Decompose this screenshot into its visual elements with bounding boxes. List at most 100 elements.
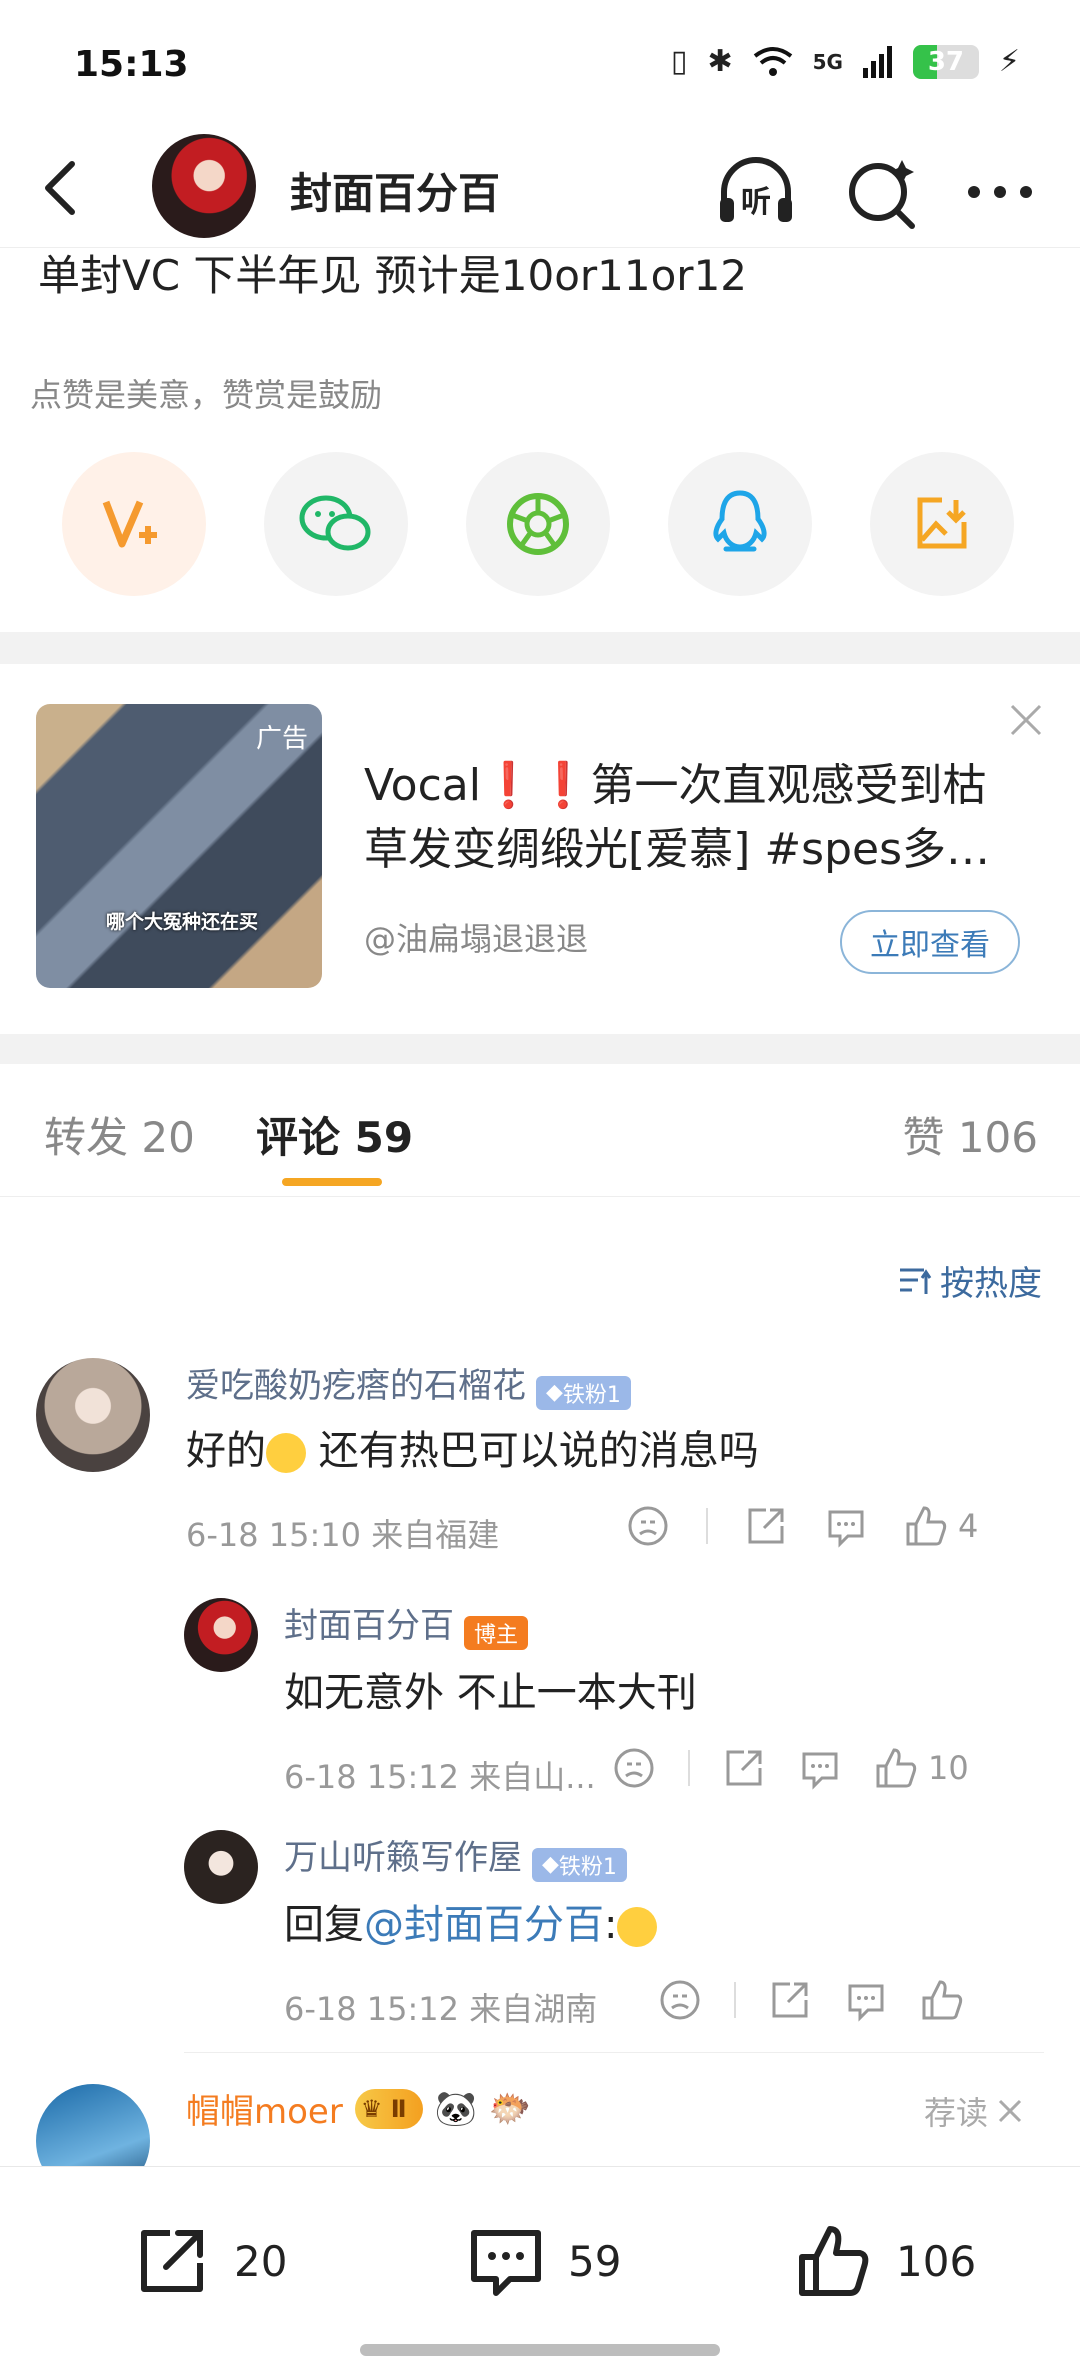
more-button[interactable] <box>958 150 1042 234</box>
share-icon[interactable] <box>722 1746 766 1790</box>
like-button[interactable]: 106 <box>796 2223 976 2299</box>
reply-author-name[interactable]: 封面百分百 <box>284 1606 454 1646</box>
fan-badge: ◆ 铁粉1 <box>532 1847 627 1882</box>
share-row <box>62 452 1014 596</box>
post-text: 单封VC 下半年见 预计是10or11or12 <box>38 251 748 300</box>
comment-meta: 6-18 15:10 来自福建 <box>186 1516 500 1554</box>
comment-like-button[interactable]: 4 <box>904 1504 978 1548</box>
reply-icon[interactable] <box>844 1978 888 2022</box>
wechat-share-button[interactable] <box>264 452 408 596</box>
section-divider <box>0 1034 1080 1064</box>
dislike-icon[interactable] <box>658 1978 702 2022</box>
ad-author[interactable]: @油扁塌退退退 <box>364 914 588 960</box>
reply-avatar[interactable] <box>184 1830 258 1904</box>
section-divider <box>0 632 1080 664</box>
host-badge: 博主 <box>464 1615 529 1650</box>
ad-image-caption: 哪个大冤种还在买 <box>106 911 259 933</box>
wechat-icon <box>299 495 371 551</box>
recommend-tag[interactable]: 荐读 <box>924 2088 1024 2134</box>
dislike-icon[interactable] <box>612 1746 656 1790</box>
page-title[interactable]: 封面百分百 <box>290 160 500 221</box>
reply-like-button[interactable]: 10 <box>874 1746 969 1790</box>
home-indicator <box>360 2344 720 2356</box>
dislike-icon[interactable] <box>626 1504 670 1548</box>
v-plus-button[interactable] <box>62 452 206 596</box>
wifi-icon <box>753 46 792 76</box>
reply-author-name[interactable]: 万山听籁写作屋 <box>284 1838 522 1878</box>
status-icons: ▯ ✱ 5G 37 ⚡ <box>671 44 1020 79</box>
battery-icon: 37 <box>912 44 979 79</box>
commenter-name[interactable]: 爱吃酸奶疙瘩的石榴花 <box>186 1366 526 1406</box>
author-avatar[interactable] <box>152 134 256 238</box>
comment-text-part: 还有热巴可以说的消息吗 <box>306 1428 759 1474</box>
commenter-avatar[interactable] <box>36 1358 150 1472</box>
search-icon <box>849 160 915 229</box>
moments-icon <box>507 493 569 555</box>
comment-text-part: 好的 <box>186 1428 266 1474</box>
like-count: 4 <box>958 1507 979 1545</box>
divider <box>688 1750 690 1786</box>
thumbs-up-icon <box>799 2226 869 2296</box>
signal-icon <box>862 45 892 78</box>
reply-prefix: 回复 <box>284 1902 364 1948</box>
vip-level-label: Ⅱ <box>390 2094 407 2123</box>
close-icon[interactable] <box>996 2097 1024 2125</box>
reward-tip: 点赞是美意，赞赏是鼓励 <box>30 376 383 414</box>
sort-button[interactable]: 按热度 <box>898 1256 1042 1305</box>
reply-actions: 10 <box>612 1746 969 1790</box>
fan-badge: ◆ 铁粉1 <box>536 1375 631 1410</box>
bluetooth-icon: ✱ <box>707 44 733 79</box>
reply-header: 万山听籁写作屋 ◆ 铁粉1 <box>284 1830 627 1882</box>
reply-header: 封面百分百 博主 <box>284 1598 529 1650</box>
shy-emoji-icon <box>617 1907 658 1947</box>
fan-badge-label: 铁粉1 <box>558 1854 617 1880</box>
like-count: 10 <box>928 1749 969 1787</box>
top-nav: 封面百分百 听 <box>0 128 1080 248</box>
listen-button[interactable]: 听 <box>714 150 798 234</box>
close-icon[interactable] <box>1006 700 1046 740</box>
moments-share-button[interactable] <box>466 452 610 596</box>
tab-likes[interactable]: 赞 106 <box>902 1104 1038 1165</box>
v-plus-icon <box>102 500 157 548</box>
comment-button[interactable]: 59 <box>468 2223 621 2299</box>
reply-text: 回复@封面百分百: <box>284 1892 658 1950</box>
repost-icon <box>141 2230 203 2292</box>
share-icon[interactable] <box>744 1504 788 1548</box>
search-button[interactable] <box>840 150 924 234</box>
qq-icon <box>713 490 767 552</box>
ad-image[interactable]: 广告 哪个大冤种还在买 <box>36 704 322 988</box>
thumbs-up-icon <box>922 1980 963 2020</box>
sort-icon <box>900 1268 932 1294</box>
save-image-button[interactable] <box>870 452 1014 596</box>
crown-icon: ♛ <box>360 2094 383 2123</box>
sort-label: 按热度 <box>940 1264 1042 1304</box>
pufferfish-icon: 🐡 <box>488 2088 532 2129</box>
mention-link[interactable]: @封面百分百 <box>364 1902 604 1948</box>
ad-title[interactable]: Vocal❗❗第一次直观感受到枯草发变绸缎光[爱慕] #spes多肽... <box>364 754 1024 882</box>
like-count: 106 <box>896 2236 977 2286</box>
commenter-name[interactable]: 帽帽moer <box>186 2084 343 2133</box>
battery-level: 37 <box>927 46 965 77</box>
back-icon[interactable] <box>34 158 86 218</box>
reply-avatar[interactable] <box>184 1598 258 1672</box>
kiss-emoji-icon <box>266 1433 306 1473</box>
repost-button[interactable]: 20 <box>134 2223 287 2299</box>
comment-count: 59 <box>568 2236 622 2286</box>
comment-header: 爱吃酸奶疙瘩的石榴花 ◆ 铁粉1 <box>186 1358 631 1410</box>
reply-text: 如无意外 不止一本大刊 <box>284 1670 697 1716</box>
qq-share-button[interactable] <box>668 452 812 596</box>
comment-divider <box>184 2052 1044 2053</box>
comment-icon <box>471 2230 541 2296</box>
tab-repost[interactable]: 转发 20 <box>44 1104 195 1165</box>
save-image-icon <box>917 497 967 549</box>
reply-icon[interactable] <box>824 1504 868 1548</box>
share-icon[interactable] <box>768 1978 812 2022</box>
reply-like-button[interactable] <box>920 1978 974 2022</box>
charging-icon: ⚡ <box>998 44 1020 79</box>
reply-icon[interactable] <box>798 1746 842 1790</box>
recommend-label: 荐读 <box>924 2094 989 2132</box>
ad-view-button[interactable]: 立即查看 <box>840 910 1020 974</box>
tab-comments[interactable]: 评论 59 <box>256 1104 413 1165</box>
reply-colon: : <box>604 1902 618 1948</box>
divider <box>706 1508 708 1544</box>
